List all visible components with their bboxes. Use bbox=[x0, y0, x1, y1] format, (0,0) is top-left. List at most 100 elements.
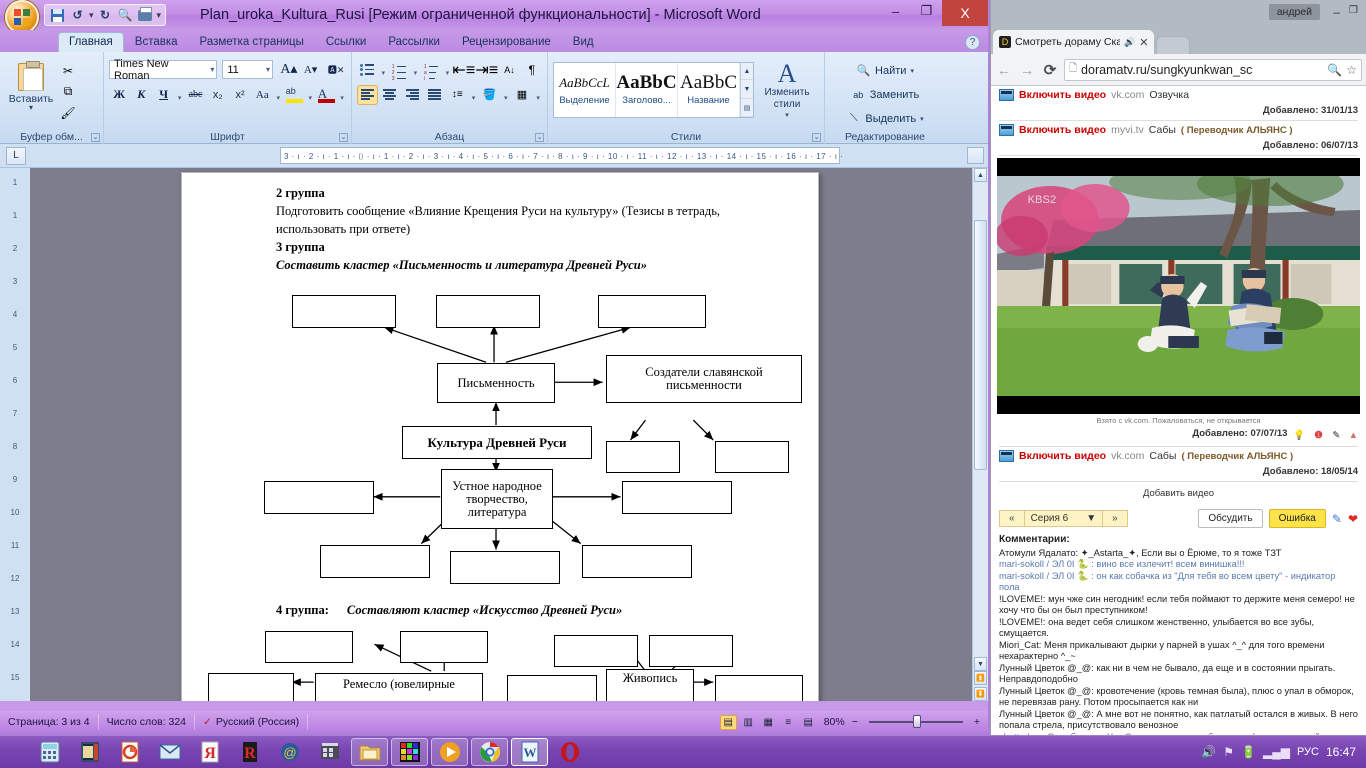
box-sozdateli[interactable]: Создатели славянской письменности bbox=[606, 355, 802, 403]
empty-box-3[interactable] bbox=[598, 295, 706, 328]
find-button[interactable]: 🔍 Найти ▾ bbox=[830, 60, 940, 81]
find-caret-icon[interactable]: ▾ bbox=[910, 67, 914, 75]
chrome-user-label[interactable]: андрей bbox=[1268, 4, 1320, 20]
taskbar-icon-player[interactable] bbox=[431, 738, 468, 766]
taskbar-icon-at-sign[interactable]: @ bbox=[271, 738, 308, 766]
sort-icon[interactable]: A↓ bbox=[499, 60, 519, 80]
taskbar-icon-explorer[interactable] bbox=[351, 738, 388, 766]
volume-icon[interactable]: 🔊 bbox=[1201, 745, 1216, 759]
tab-razmetka[interactable]: Разметка страницы bbox=[189, 32, 315, 52]
status-view-controls[interactable]: ▤ ▥ ▦ ≡ ▤ 80% − + bbox=[719, 714, 988, 730]
video-row-1[interactable]: Включить видео vk.com Озвучка bbox=[991, 86, 1366, 104]
error-button[interactable]: Ошибка bbox=[1268, 509, 1326, 528]
style-item-zagolovok[interactable]: AaBbC Заголово... bbox=[616, 63, 678, 117]
highlight-caret-icon[interactable]: ▾ bbox=[306, 84, 314, 105]
empty-box-15[interactable] bbox=[208, 673, 294, 701]
justify-icon[interactable] bbox=[425, 85, 446, 105]
numbering-icon[interactable]: 123 bbox=[389, 60, 409, 82]
redo-icon[interactable]: ↻ bbox=[97, 7, 114, 24]
empty-box-11[interactable] bbox=[265, 631, 353, 663]
taskbar-icon-word[interactable]: W bbox=[511, 738, 548, 766]
paste-button[interactable]: Вставить ▾ bbox=[5, 59, 57, 121]
chrome-browser-window[interactable]: андрей – ❐ D Смотреть дораму Ска 🔊 ✕ ← →… bbox=[990, 0, 1366, 735]
quick-access-toolbar[interactable]: ↺ ▾ ↻ 🔍 ▾ bbox=[44, 4, 167, 26]
borders-caret-icon[interactable]: ▾ bbox=[534, 84, 542, 105]
print-preview-icon[interactable]: 🔍 bbox=[117, 7, 134, 24]
report-icon[interactable]: ❶ bbox=[1311, 430, 1323, 442]
bookmark-star-icon[interactable]: ☆ bbox=[1346, 63, 1357, 77]
font-color-caret-icon[interactable]: ▾ bbox=[338, 84, 346, 105]
taskbar-icon-film-strip[interactable] bbox=[71, 738, 108, 766]
video-row-3[interactable]: Включить видео vk.com Сабы ( Переводчик … bbox=[991, 447, 1366, 465]
print-icon[interactable] bbox=[137, 6, 154, 24]
status-language[interactable]: ✓ Русский (Россия) bbox=[195, 714, 309, 730]
select-button[interactable]: ⟍ Выделить ▾ bbox=[830, 108, 940, 129]
box-remeslo[interactable]: Ремесло (ювелирные bbox=[315, 673, 483, 701]
episode-select[interactable]: Серия 6 ▼ bbox=[1024, 511, 1104, 526]
word-titlebar[interactable]: ↺ ▾ ↻ 🔍 ▾ Plan_uroka_Kultura_Rusi [Режим… bbox=[0, 0, 988, 34]
styles-gallery-scroll[interactable]: ▲ ▼ ▤ bbox=[740, 63, 753, 117]
empty-box-5[interactable] bbox=[715, 441, 789, 473]
font-name-combo[interactable]: Times New Roman ▾ bbox=[109, 58, 218, 82]
scroll-down-icon[interactable]: ▼ bbox=[974, 657, 987, 671]
font-name-caret-icon[interactable]: ▾ bbox=[206, 65, 214, 74]
web-page-content[interactable]: Включить видео vk.com Озвучка Добавлено:… bbox=[991, 86, 1366, 735]
outline-view-icon[interactable]: ≡ bbox=[780, 715, 797, 730]
styles-scroll-up-icon[interactable]: ▲ bbox=[741, 63, 753, 80]
close-button[interactable]: X bbox=[942, 0, 988, 26]
empty-box-12[interactable] bbox=[400, 631, 488, 663]
minimize-button[interactable]: – bbox=[880, 0, 911, 22]
discuss-button[interactable]: Обсудить bbox=[1198, 509, 1263, 528]
empty-box-14[interactable] bbox=[649, 635, 733, 667]
reload-icon[interactable]: ⟳ bbox=[1041, 61, 1059, 79]
scrollbar-thumb[interactable] bbox=[974, 220, 987, 470]
add-video-link[interactable]: Добавить видео bbox=[991, 482, 1366, 503]
collapse-icon[interactable]: ▲ bbox=[1346, 430, 1358, 442]
decrease-indent-icon[interactable]: ⇤≡ bbox=[452, 60, 475, 80]
ribbon[interactable]: Вставить ▾ ✂ ⧉ 🖌 Буфер обм... ⌄ Times Ne… bbox=[0, 52, 988, 144]
bold-button[interactable]: Ж bbox=[109, 84, 129, 105]
video-row-2[interactable]: Включить видео myvi.tv Сабы ( Переводчик… bbox=[991, 121, 1366, 139]
box-zhivopis[interactable]: Живопись bbox=[606, 669, 694, 701]
battery-icon[interactable]: 🔋 bbox=[1241, 745, 1256, 759]
cut-icon[interactable]: ✂ bbox=[59, 62, 77, 79]
format-painter-icon[interactable]: 🖌 bbox=[59, 104, 77, 121]
italic-button[interactable]: К bbox=[131, 84, 151, 105]
taskbar-icon-media-player[interactable] bbox=[311, 738, 348, 766]
chrome-titlebar[interactable]: андрей – ❐ bbox=[991, 0, 1366, 28]
underline-caret-icon[interactable]: ▾ bbox=[176, 84, 184, 105]
shading-icon[interactable]: 🪣 bbox=[479, 85, 500, 105]
episode-nav[interactable]: « Серия 6 ▼ » bbox=[999, 510, 1128, 527]
empty-box-17[interactable] bbox=[715, 675, 803, 701]
system-tray[interactable]: 🔊 ⚑ 🔋 ▂▄▆ РУС 16:47 bbox=[1201, 745, 1366, 759]
empty-box-9[interactable] bbox=[450, 551, 560, 584]
style-item-vydelenie[interactable]: AaBbCcL Выделение bbox=[554, 63, 616, 117]
zoom-out-icon[interactable]: − bbox=[852, 716, 858, 728]
empty-box-13[interactable] bbox=[554, 635, 638, 667]
video-label[interactable]: Включить видео bbox=[1019, 450, 1106, 462]
font-color-icon[interactable]: A bbox=[316, 84, 336, 105]
print-layout-view-icon[interactable]: ▤ bbox=[719, 714, 737, 730]
style-item-nazvanie[interactable]: AaBbC Название bbox=[678, 63, 740, 117]
align-right-icon[interactable] bbox=[402, 85, 423, 105]
change-case-button[interactable]: Aa bbox=[252, 84, 272, 105]
chrome-toolbar[interactable]: ← → ⟳ 🗋 doramatv.ru/sungkyunkwan_sc 🔍 ☆ bbox=[991, 54, 1366, 86]
font-dialog-launcher-icon[interactable]: ⌄ bbox=[339, 133, 348, 142]
empty-box-7[interactable] bbox=[622, 481, 732, 514]
clock[interactable]: 16:47 bbox=[1326, 745, 1356, 759]
box-pismennost[interactable]: Письменность bbox=[437, 363, 555, 403]
clear-formatting-icon[interactable]: 🅰✕ bbox=[326, 59, 346, 80]
chrome-maximize-icon[interactable]: ❐ bbox=[1349, 5, 1358, 16]
scroll-up-icon[interactable]: ▲ bbox=[974, 168, 987, 182]
network-icon[interactable]: ▂▄▆ bbox=[1263, 745, 1290, 759]
page-info-icon[interactable]: 🗋 bbox=[1069, 61, 1077, 78]
show-marks-icon[interactable]: ¶ bbox=[522, 60, 542, 80]
zoom-slider[interactable] bbox=[861, 715, 971, 729]
status-words[interactable]: Число слов: 324 bbox=[99, 714, 196, 730]
word-window[interactable]: ↺ ▾ ↻ 🔍 ▾ Plan_uroka_Kultura_Rusi [Режим… bbox=[0, 0, 990, 735]
tab-ssylki[interactable]: Ссылки bbox=[315, 32, 378, 52]
empty-box-6[interactable] bbox=[264, 481, 374, 514]
tab-rassylki[interactable]: Рассылки bbox=[377, 32, 451, 52]
change-case-caret-icon[interactable]: ▾ bbox=[274, 84, 282, 105]
prev-episode-button[interactable]: « bbox=[1000, 511, 1025, 526]
